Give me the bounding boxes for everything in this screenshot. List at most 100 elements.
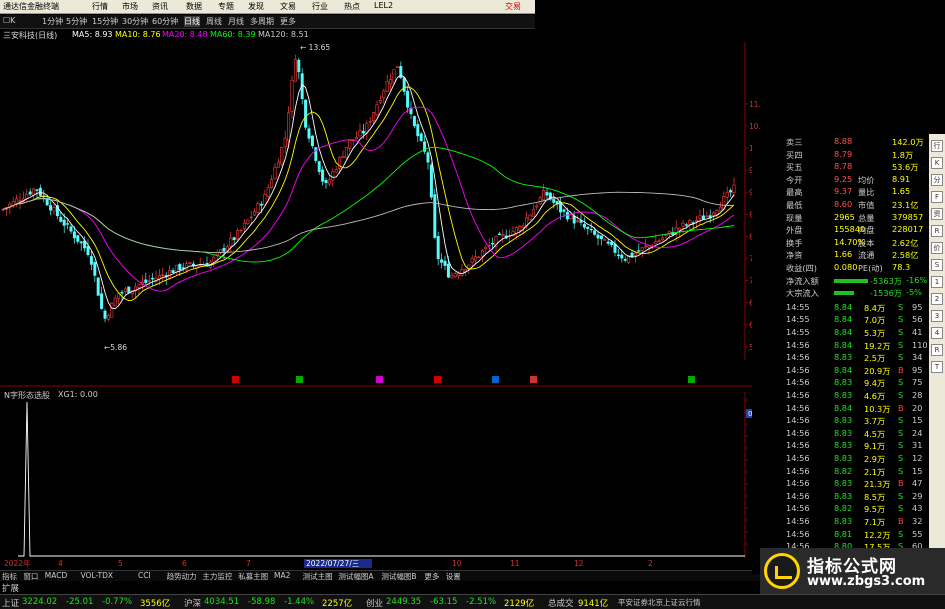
price-axis-label: 11.00 xyxy=(749,100,760,109)
toolbar-icon[interactable]: 4 xyxy=(931,327,943,339)
stat-value: 78.3 xyxy=(892,262,911,272)
toolbar-icon[interactable]: R xyxy=(931,344,943,356)
toolbar-icon[interactable]: 1 xyxy=(931,276,943,288)
toolbar-icon[interactable]: 价 xyxy=(931,242,943,254)
flow-label: 大宗流入 xyxy=(786,288,819,299)
index-value: 2449.35 xyxy=(386,597,422,607)
toolbar-icon[interactable]: 行 xyxy=(931,140,943,152)
menu-hot[interactable]: 热点 xyxy=(344,1,360,12)
tick-side: B xyxy=(898,478,904,489)
candle-body xyxy=(293,59,297,82)
menu-discover[interactable]: 发现 xyxy=(248,1,264,12)
tick-side: B xyxy=(898,402,904,413)
menu-level2[interactable]: LEL2 xyxy=(374,1,393,10)
candle-body xyxy=(630,252,634,257)
toolbar-icon[interactable]: 3 xyxy=(931,310,943,322)
indicator-tab[interactable]: 测试幅图B xyxy=(381,571,416,582)
chart-mode-icon[interactable]: ☐K xyxy=(3,16,15,25)
indicator-tab[interactable]: CCI xyxy=(138,571,151,580)
index-pct: -2.51% xyxy=(466,597,497,607)
stat-value: 9.25 xyxy=(834,173,853,184)
toolbar-icon[interactable]: 2 xyxy=(931,293,943,305)
toolbar-icon[interactable]: T xyxy=(931,361,943,373)
menu-data[interactable]: 数据 xyxy=(186,1,202,12)
toolbar-icon[interactable]: 资 xyxy=(931,208,943,220)
right-toolbar: 行K分F资R价S1234RT xyxy=(929,134,945,594)
menu-industry[interactable]: 行业 xyxy=(312,1,328,12)
date-axis-label: 7 xyxy=(246,559,251,568)
flow-value: -5363万 xyxy=(870,275,902,286)
toolbar-icon[interactable]: 分 xyxy=(931,174,943,186)
indicator-legend: N字形态选股 XG1: 0.00 xyxy=(0,390,300,401)
candle-body xyxy=(392,69,396,83)
tick-time: 14:56 xyxy=(786,503,810,514)
stat-label: 均价 xyxy=(858,174,875,185)
indicator-tab[interactable]: MACD xyxy=(45,571,67,580)
index-name[interactable]: 沪深 xyxy=(184,597,201,609)
candle-body xyxy=(382,90,386,99)
period-60min[interactable]: 60分钟 xyxy=(152,16,178,27)
toolbar-icon[interactable]: S xyxy=(931,259,943,271)
menu-market[interactable]: 市场 xyxy=(122,1,138,12)
tick-price: 8.84 xyxy=(834,301,853,312)
candle-body xyxy=(406,90,410,108)
period-1min[interactable]: 1分钟 xyxy=(42,16,63,27)
quote-stat-row: 换手 14.70% 股本 2.62亿 xyxy=(752,237,930,250)
period-15min[interactable]: 15分钟 xyxy=(92,16,118,27)
candle-body xyxy=(249,216,253,219)
toolbar-icon[interactable]: R xyxy=(931,225,943,237)
tick-row: 14:56 8.83 2.9万 S 12 xyxy=(752,453,930,466)
toolbar-icon[interactable]: K xyxy=(931,157,943,169)
toolbar-icon[interactable]: F xyxy=(931,191,943,203)
menu-news[interactable]: 资讯 xyxy=(152,1,168,12)
indicator-tab[interactable]: 主力监控 xyxy=(202,571,232,582)
indicator-tab[interactable]: 趋势动力 xyxy=(167,571,197,582)
stat-value: 23.1亿 xyxy=(892,200,919,210)
menu-topic[interactable]: 专题 xyxy=(218,1,234,12)
tick-price: 8.84 xyxy=(834,327,853,337)
period-daily[interactable]: 日线 xyxy=(184,16,200,27)
indicator-tab[interactable]: 设置 xyxy=(446,571,461,582)
period-5min[interactable]: 5分钟 xyxy=(66,16,87,27)
indicator-tab[interactable]: 测试幅图A xyxy=(338,571,373,582)
candle-body xyxy=(521,225,525,228)
period-monthly[interactable]: 月线 xyxy=(228,16,244,27)
candle-body xyxy=(324,180,328,184)
menu-trade-right[interactable]: 交易 xyxy=(505,1,521,12)
candle-body xyxy=(307,128,311,139)
brand-url: www.zbgs3.com xyxy=(807,574,926,589)
candle-body xyxy=(232,237,236,240)
period-multi[interactable]: 多周期 xyxy=(250,16,274,27)
tick-price: 8.84 xyxy=(834,339,853,350)
indicator-tab[interactable]: MA2 xyxy=(274,571,290,580)
date-axis-label: 2022年 xyxy=(4,558,31,568)
indicator-title[interactable]: N字形态选股 xyxy=(4,390,50,401)
index-change: -25.01 xyxy=(66,597,94,607)
index-pct: -1.44% xyxy=(284,597,315,607)
tick-row: 14:56 8.84 19.2万 S 110 xyxy=(752,340,930,353)
index-name[interactable]: 创业 xyxy=(366,597,383,609)
tick-row: 14:56 8.84 20.9万 B 95 xyxy=(752,365,930,378)
indicator-tab[interactable]: 更多 xyxy=(424,571,439,582)
indicator-tab[interactable]: 私募主图 xyxy=(238,571,268,582)
candle-body xyxy=(287,112,291,142)
index-name[interactable]: 上证 xyxy=(2,597,19,609)
candle-body xyxy=(358,130,362,137)
tick-count: 55 xyxy=(912,528,923,539)
indicator-tab[interactable]: 指标 xyxy=(2,571,17,582)
indicator-tab[interactable]: 测试主图 xyxy=(303,571,333,582)
period-more[interactable]: 更多 xyxy=(280,16,296,27)
ma20-line xyxy=(2,106,735,292)
tick-side: S xyxy=(898,440,904,451)
period-weekly[interactable]: 周线 xyxy=(206,16,222,27)
expand-button[interactable]: 扩展 xyxy=(2,582,19,594)
kline-chart-area[interactable]: 11.0010.5010.009.509.008.508.007.507.006… xyxy=(0,0,760,580)
indicator-tab[interactable]: VOL-TDX xyxy=(81,571,113,580)
menu-quotes[interactable]: 行情 xyxy=(92,1,108,12)
tick-volume: 9.4万 xyxy=(864,378,886,389)
broker-name: 平安证券北京上证云行情 xyxy=(618,598,701,607)
period-30min[interactable]: 30分钟 xyxy=(122,16,148,27)
candle-body xyxy=(654,241,658,245)
menu-trade[interactable]: 文易 xyxy=(280,1,296,12)
indicator-tab[interactable]: 窗口 xyxy=(23,571,38,582)
